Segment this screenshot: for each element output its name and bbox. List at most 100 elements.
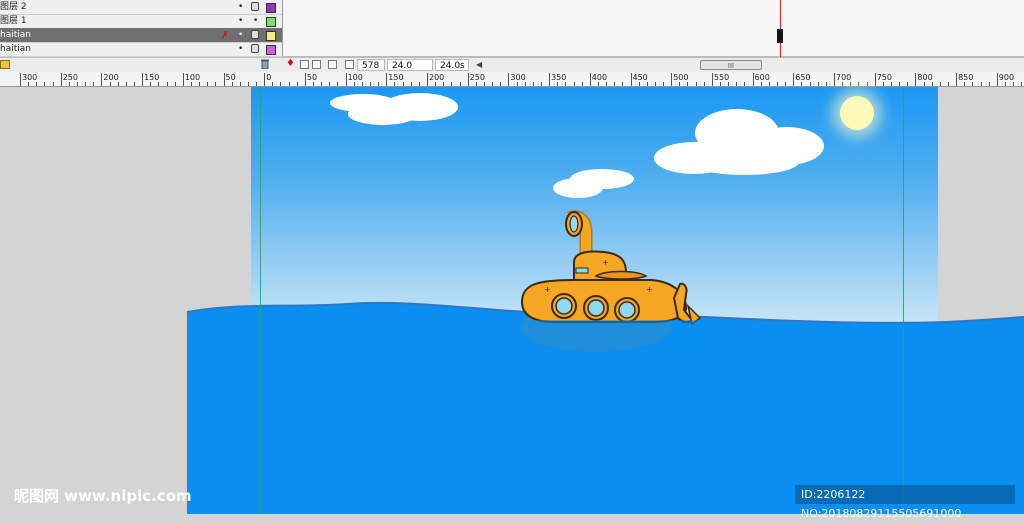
ruler-minor-tick [882, 82, 884, 86]
layer-frames[interactable] [282, 28, 1024, 43]
ruler-major-tick [834, 73, 835, 86]
ruler-minor-tick [988, 82, 990, 86]
ruler-minor-tick [199, 82, 201, 86]
ruler-minor-tick [288, 82, 290, 86]
ruler-minor-tick [296, 82, 298, 86]
layer-row-selected[interactable]: haitian ✗ • [0, 28, 282, 43]
ruler-minor-tick [785, 82, 787, 86]
layer-color-swatch[interactable] [266, 31, 276, 41]
layer-color-swatch[interactable] [266, 3, 276, 13]
layer-frames[interactable] [282, 14, 1024, 29]
ruler-minor-tick [394, 82, 396, 86]
ruler-minor-tick [158, 82, 160, 86]
trash-icon[interactable] [261, 59, 269, 69]
edit-multiple-icon[interactable] [328, 60, 337, 69]
playhead-center-icon[interactable]: ♦ [286, 58, 295, 69]
layer-row[interactable]: haitian • [0, 42, 282, 57]
modify-markers-icon[interactable] [345, 60, 354, 69]
ruler-major-tick [956, 73, 958, 86]
elapsed-time: 24.0s [435, 59, 469, 71]
ruler-minor-tick [622, 82, 624, 86]
ruler-minor-tick [931, 82, 933, 86]
ruler-label: 600 [754, 73, 770, 82]
ruler-label: 150 [388, 73, 404, 82]
watermark-right: ID:2206122 NO:20180829115505691000 [795, 485, 1015, 520]
guide-line[interactable] [260, 87, 261, 514]
ruler-minor-tick [207, 82, 209, 86]
scroll-left-icon[interactable]: ◀ [476, 60, 482, 69]
ruler-minor-tick [459, 82, 461, 86]
ruler-minor-tick [93, 82, 95, 86]
ruler-minor-tick [492, 82, 494, 86]
ruler-minor-tick [1013, 82, 1015, 86]
ruler-label: 250 [62, 73, 78, 82]
ruler-minor-tick [980, 82, 982, 86]
keyframe-marker[interactable] [777, 29, 783, 43]
ruler-minor-tick [532, 82, 534, 86]
ruler-major-tick [60, 73, 62, 86]
layer-frames[interactable] [282, 42, 1024, 57]
folder-icon[interactable] [0, 60, 10, 69]
eye-dot-icon[interactable]: • [238, 42, 243, 57]
ruler-minor-tick [939, 82, 941, 86]
ruler-minor-tick [133, 82, 135, 86]
ruler-minor-tick [679, 82, 681, 86]
lock-dot-icon[interactable]: • [253, 14, 258, 29]
ruler-label: 350 [551, 73, 567, 82]
ruler-minor-tick [817, 82, 819, 86]
ruler-minor-tick [370, 82, 372, 86]
ruler-label: 450 [632, 73, 648, 82]
eye-dot-icon[interactable]: • [238, 28, 243, 43]
ruler-label: 900 [998, 73, 1015, 82]
ruler-minor-tick [239, 82, 241, 86]
layer-row[interactable]: 图层 1 • • [0, 14, 282, 29]
ruler-minor-tick [402, 82, 404, 86]
ruler-minor-tick [410, 82, 412, 86]
ruler-label: 250 [469, 73, 485, 82]
layer-row[interactable]: 图层 2 • [0, 0, 282, 15]
ruler-minor-tick [972, 82, 974, 86]
ruler-label: 200 [429, 73, 445, 82]
horizontal-scrollbar[interactable]: III [700, 60, 762, 70]
ruler-minor-tick [52, 82, 54, 86]
guide-line[interactable] [903, 87, 904, 514]
sun-icon [840, 96, 874, 130]
layer-color-swatch[interactable] [266, 45, 276, 55]
ruler-minor-tick [28, 82, 30, 86]
current-frame: 578 [357, 59, 385, 71]
ruler-minor-tick [646, 82, 648, 86]
lock-icon[interactable] [251, 30, 259, 39]
ruler-label: 500 [673, 73, 689, 82]
ruler-major-tick [996, 73, 998, 86]
ruler-label: 300 [510, 73, 526, 82]
ruler-minor-tick [68, 82, 70, 86]
eye-dot-icon[interactable]: • [238, 0, 243, 15]
ruler-minor-tick [736, 82, 738, 86]
layer-frames[interactable] [282, 0, 1024, 15]
horizontal-ruler: 300 250 200 150 100 50 0 50 100 150 200 250 300 350 40… [0, 72, 1024, 87]
ruler-major-tick [264, 73, 266, 86]
ruler-minor-tick [777, 82, 779, 86]
ruler-minor-tick [557, 82, 559, 86]
ruler-minor-tick [272, 82, 274, 86]
ruler-minor-tick [524, 82, 526, 86]
ruler-minor-tick [728, 82, 730, 86]
ruler-minor-tick [842, 82, 844, 86]
ruler-minor-tick [150, 82, 152, 86]
ruler-minor-tick [475, 82, 477, 86]
lock-icon[interactable] [251, 2, 259, 11]
onion-skin-icon[interactable] [300, 60, 309, 69]
ruler-minor-tick [321, 82, 323, 86]
eye-dot-icon[interactable]: • [238, 14, 243, 29]
ruler-minor-tick [109, 82, 111, 86]
onion-outline-icon[interactable] [312, 60, 321, 69]
layer-color-swatch[interactable] [266, 17, 276, 27]
lock-icon[interactable] [251, 44, 259, 53]
ruler-minor-tick [597, 82, 599, 86]
timeline-footer: ♦ 578 24.0 fps 24.0s ◀ III [0, 57, 1024, 83]
cloud-icon [553, 169, 634, 198]
ruler-minor-tick [353, 82, 355, 86]
ruler-minor-tick [1021, 82, 1023, 86]
ruler-major-tick [589, 73, 591, 86]
ruler-label: 200 [103, 73, 119, 82]
